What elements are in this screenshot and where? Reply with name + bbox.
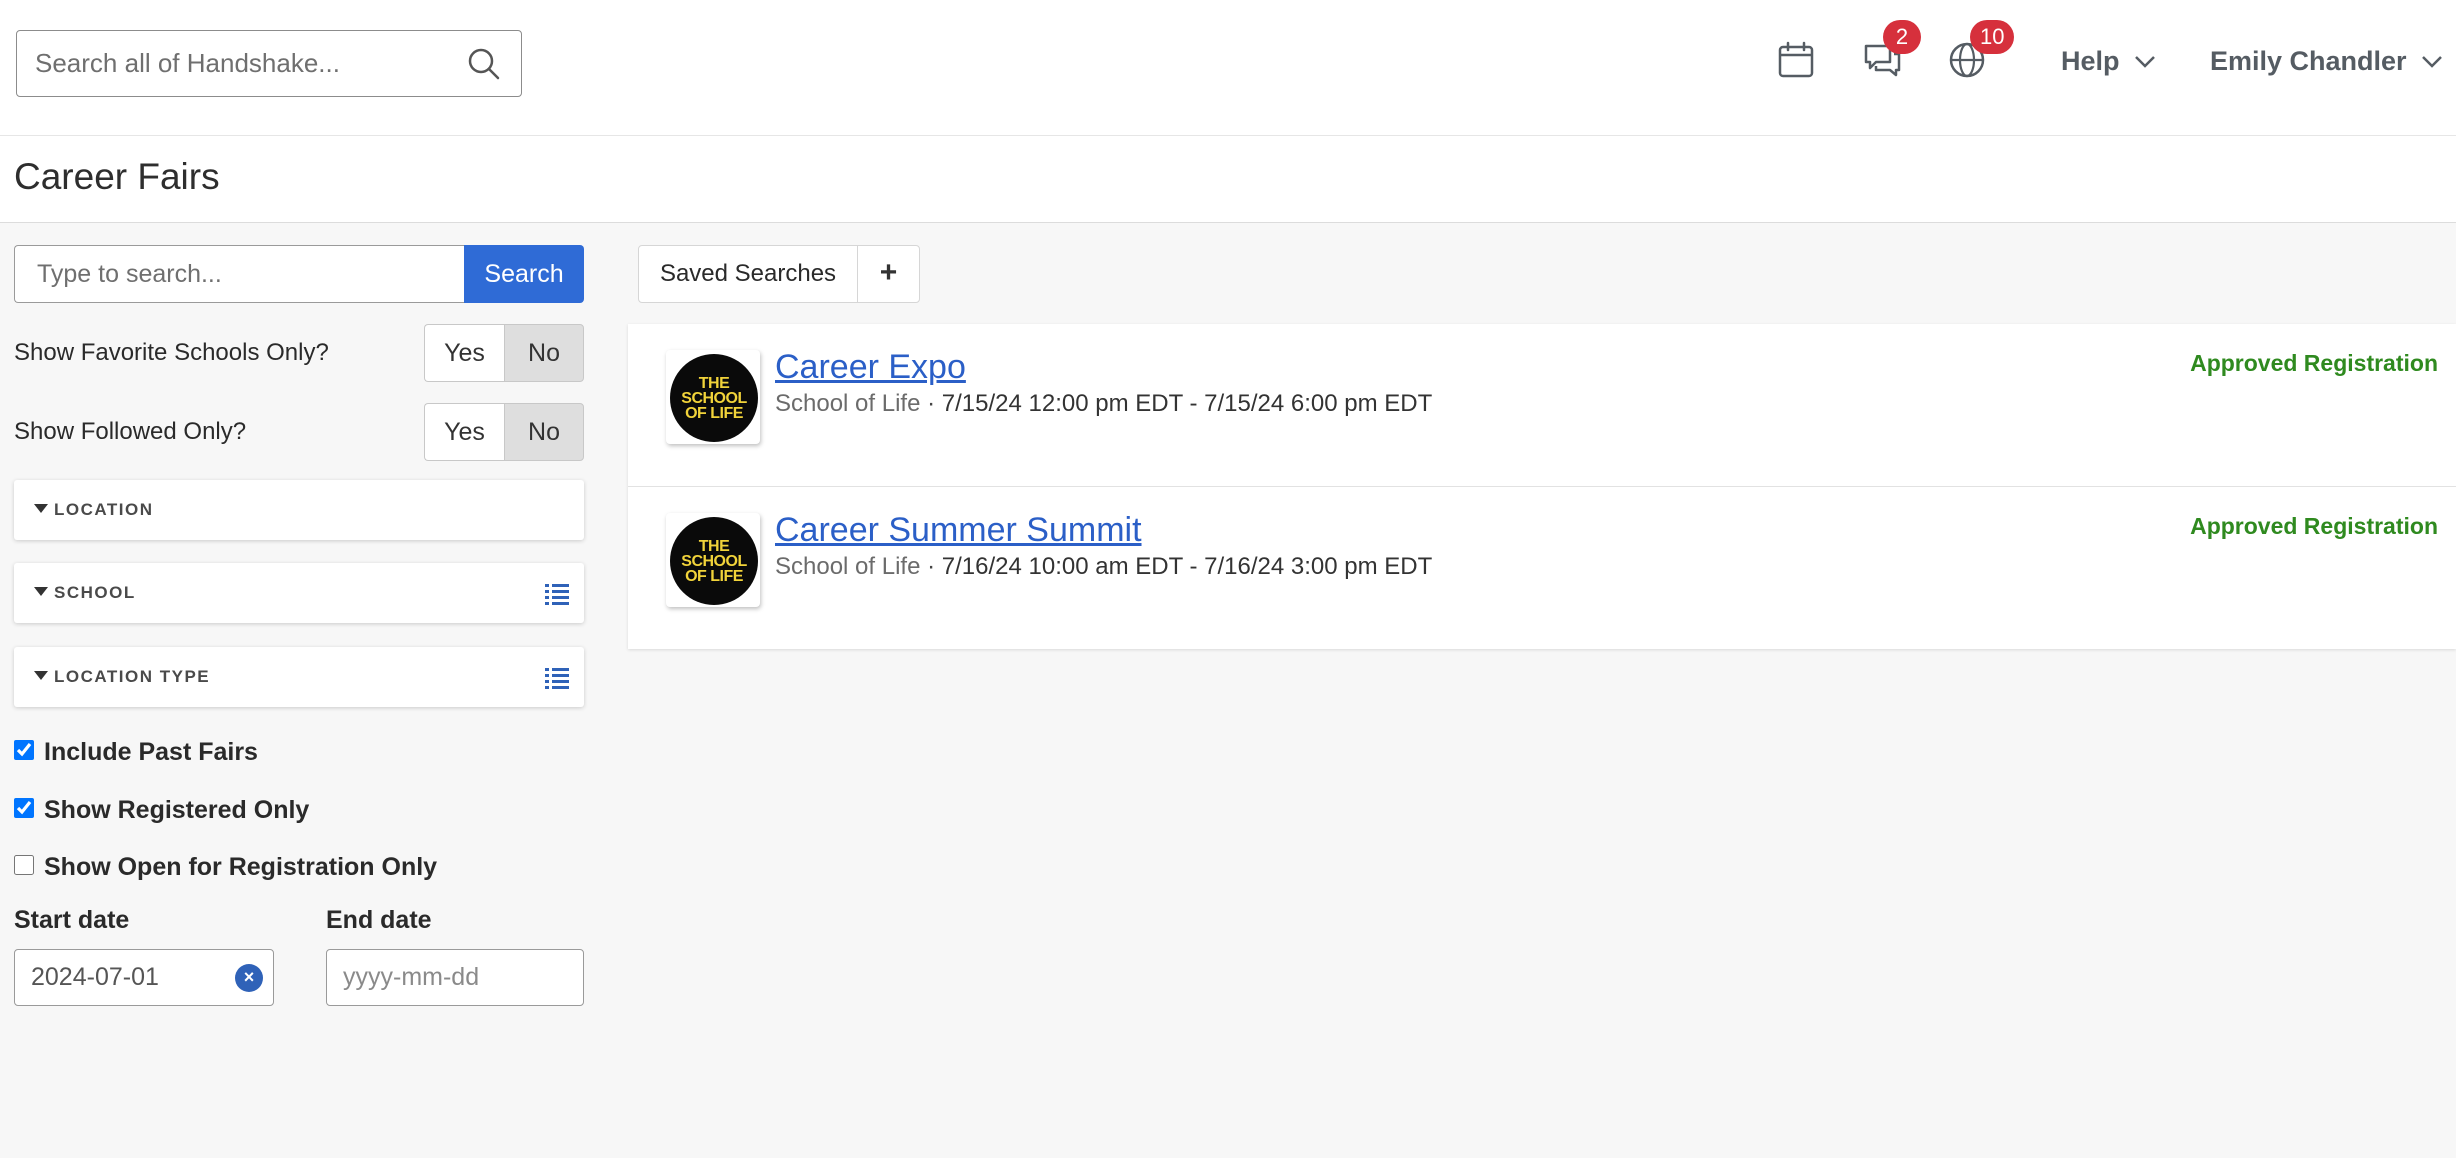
start-date-label: Start date	[14, 906, 130, 934]
list-icon[interactable]	[544, 581, 570, 605]
chevron-down-icon	[2134, 55, 2155, 68]
location-type-filter-accordion[interactable]: LOCATION TYPE	[14, 647, 584, 707]
start-date-input[interactable]	[31, 950, 211, 1004]
search-button[interactable]: Search	[464, 245, 584, 303]
filter-search-input[interactable]	[14, 245, 464, 303]
start-date-field[interactable]: ×	[14, 949, 274, 1006]
school-logo: THE SCHOOL OF LIFE	[666, 350, 760, 444]
followed-only-yes[interactable]: Yes	[424, 403, 504, 461]
user-name: Emily Chandler	[2210, 46, 2407, 76]
favorite-schools-label: Show Favorite Schools Only?	[14, 339, 329, 366]
help-menu[interactable]: Help	[2061, 46, 2156, 77]
career-fair-card: THE SCHOOL OF LIFE Career Summer Summit …	[628, 486, 2456, 648]
messages-badge: 2	[1883, 20, 1921, 54]
career-fair-card: THE SCHOOL OF LIFE Career Expo School of…	[628, 324, 2456, 486]
calendar-icon[interactable]	[1776, 40, 1816, 80]
clear-date-icon[interactable]: ×	[235, 964, 263, 992]
notifications-badge: 10	[1970, 20, 2015, 54]
top-navigation-bar: 2 10 Help Emily Chandler	[0, 0, 2456, 136]
saved-searches-button[interactable]: Saved Searches	[638, 245, 858, 303]
followed-only-toggle-row: Show Followed Only? Yes No	[14, 403, 584, 461]
global-search-input[interactable]	[35, 31, 455, 95]
page-header: Career Fairs	[0, 136, 2456, 223]
accordion-label: SCHOOL	[54, 583, 136, 602]
end-date-label: End date	[326, 906, 432, 934]
school-name: School of Life	[775, 553, 921, 580]
help-label: Help	[2061, 46, 2120, 76]
end-date-field[interactable]	[326, 949, 584, 1006]
followed-only-toggle: Yes No	[424, 403, 584, 461]
career-fair-details: School of Life · 7/16/24 10:00 am EDT - …	[775, 553, 1433, 580]
registration-status: Approved Registration	[2190, 513, 2438, 539]
accordion-label: LOCATION	[54, 500, 154, 519]
favorite-schools-yes[interactable]: Yes	[424, 324, 504, 382]
search-icon[interactable]	[467, 47, 501, 81]
fair-datetime: 7/16/24 10:00 am EDT - 7/16/24 3:00 pm E…	[941, 553, 1433, 580]
include-past-fairs-option[interactable]: Include Past Fairs	[14, 738, 258, 767]
fair-datetime: 7/15/24 12:00 pm EDT - 7/15/24 6:00 pm E…	[941, 390, 1433, 417]
caret-down-icon	[34, 504, 48, 513]
caret-down-icon	[34, 587, 48, 596]
career-fair-title-link[interactable]: Career Summer Summit	[775, 511, 1142, 550]
show-registered-only-option[interactable]: Show Registered Only	[14, 796, 309, 825]
school-name: School of Life	[775, 390, 921, 417]
show-registered-only-checkbox[interactable]	[14, 797, 34, 818]
chevron-down-icon	[2421, 55, 2442, 68]
list-icon[interactable]	[544, 665, 570, 689]
favorite-schools-no[interactable]: No	[504, 324, 584, 382]
followed-only-label: Show Followed Only?	[14, 418, 247, 445]
show-open-registration-label: Show Open for Registration Only	[44, 853, 438, 881]
user-menu[interactable]: Emily Chandler	[2210, 46, 2443, 77]
followed-only-no[interactable]: No	[504, 403, 584, 461]
caret-down-icon	[34, 671, 48, 680]
show-open-registration-option[interactable]: Show Open for Registration Only	[14, 853, 437, 882]
filter-search: Search	[14, 245, 584, 303]
career-fair-results: THE SCHOOL OF LIFE Career Expo School of…	[628, 324, 2456, 649]
global-search-box[interactable]	[16, 30, 522, 97]
registration-status: Approved Registration	[2190, 350, 2438, 376]
accordion-label: LOCATION TYPE	[54, 667, 211, 686]
add-saved-search-button[interactable]: +	[857, 245, 920, 303]
location-filter-accordion[interactable]: LOCATION	[14, 480, 584, 540]
page-title: Career Fairs	[14, 156, 220, 197]
favorite-schools-toggle-row: Show Favorite Schools Only? Yes No	[14, 324, 584, 382]
career-fair-title-link[interactable]: Career Expo	[775, 348, 966, 387]
end-date-input[interactable]	[343, 950, 523, 1004]
career-fair-details: School of Life · 7/15/24 12:00 pm EDT - …	[775, 390, 1433, 417]
favorite-schools-toggle: Yes No	[424, 324, 584, 382]
include-past-fairs-label: Include Past Fairs	[44, 738, 258, 766]
show-open-registration-checkbox[interactable]	[14, 854, 34, 875]
include-past-fairs-checkbox[interactable]	[14, 739, 34, 760]
school-filter-accordion[interactable]: SCHOOL	[14, 563, 584, 623]
show-registered-only-label: Show Registered Only	[44, 796, 310, 824]
school-logo: THE SCHOOL OF LIFE	[666, 513, 760, 607]
